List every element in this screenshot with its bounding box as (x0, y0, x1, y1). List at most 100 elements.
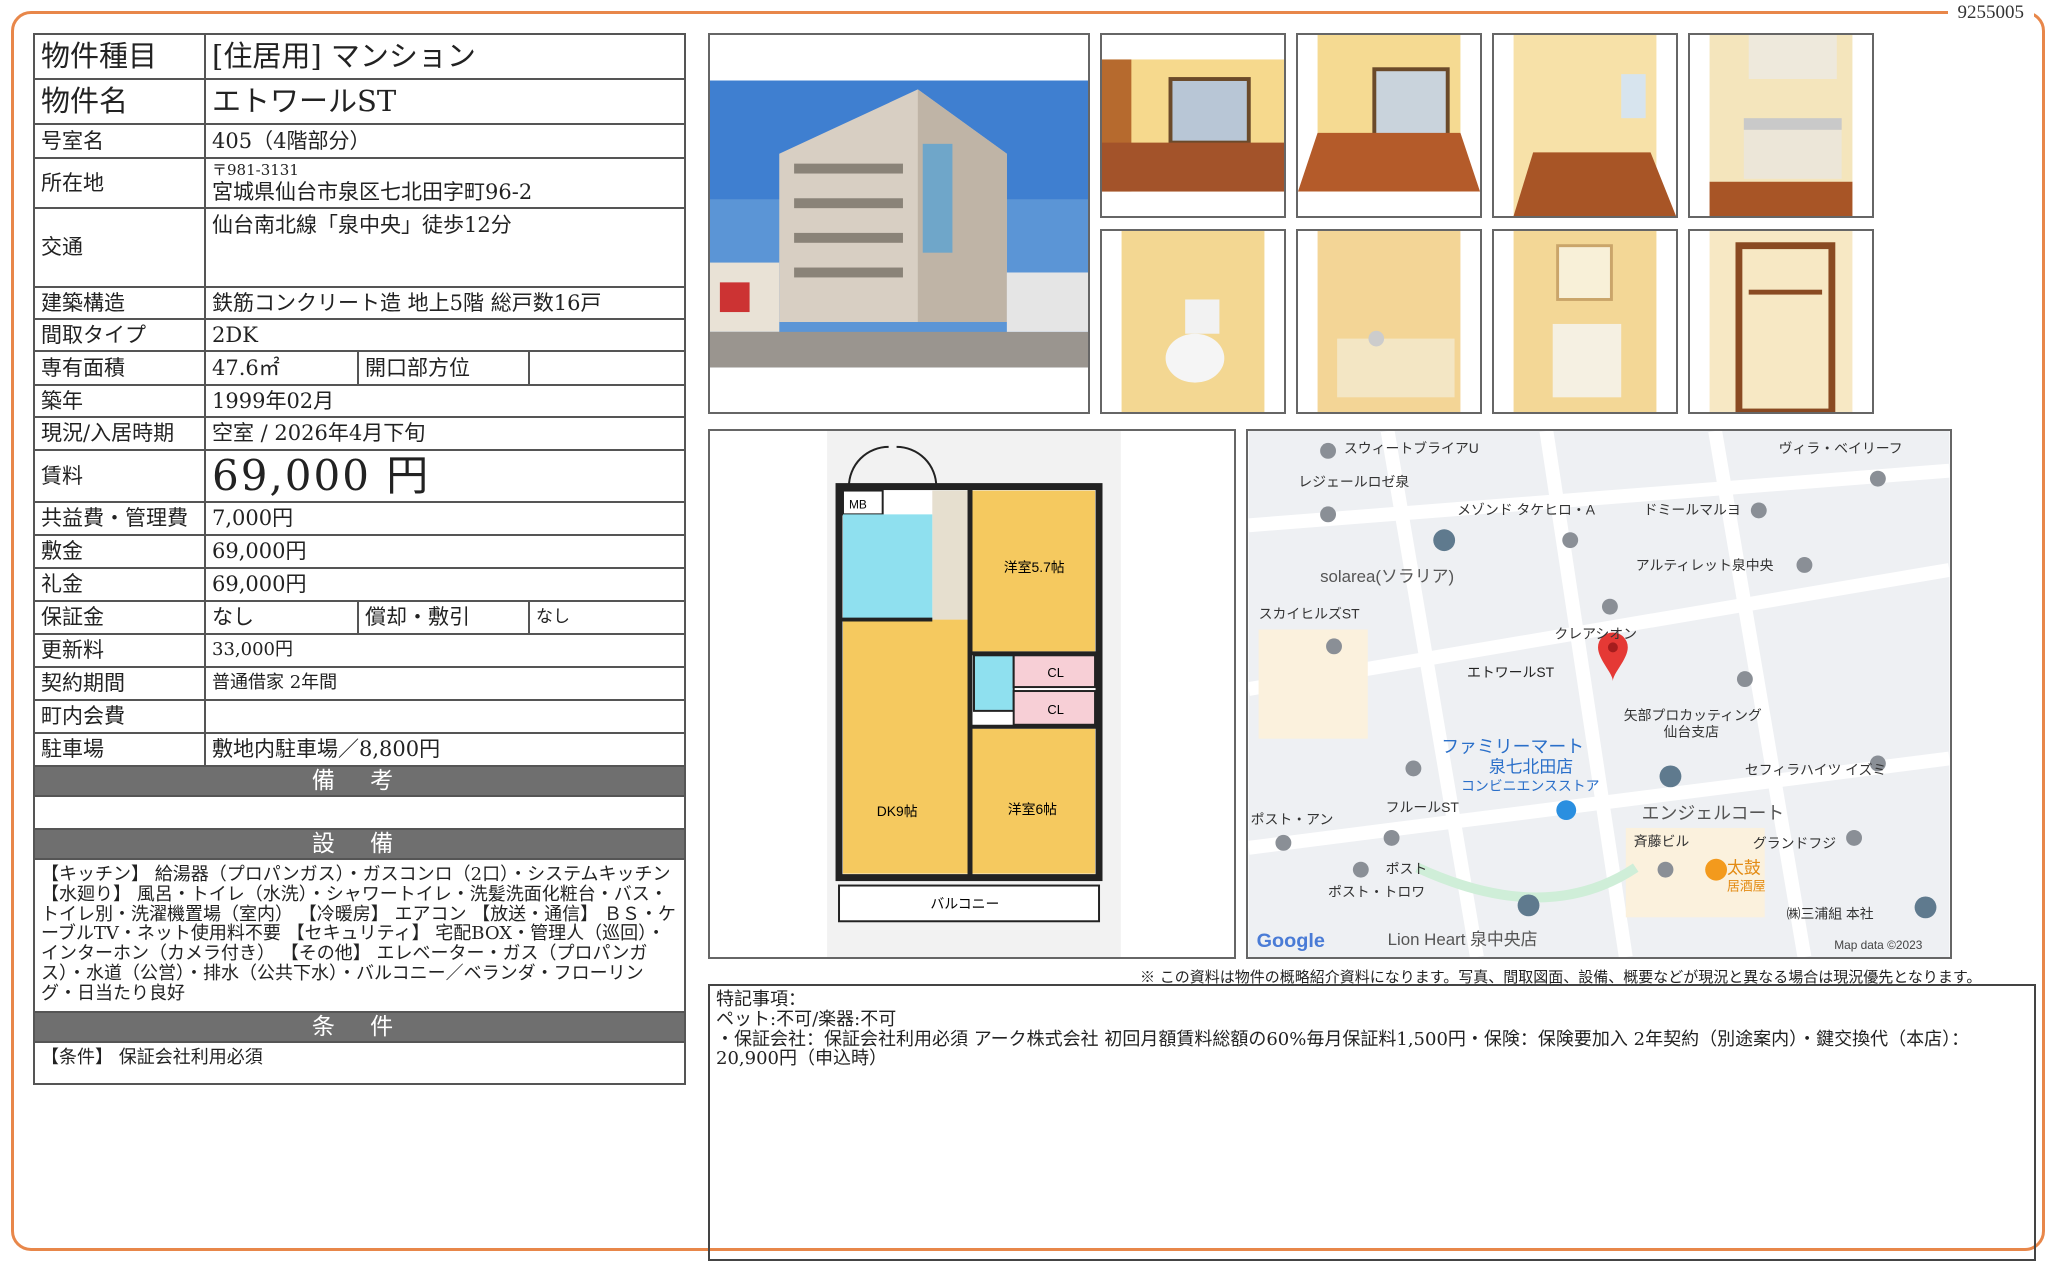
special-notes-title: 特記事項： (716, 989, 806, 1010)
remarks-body (33, 795, 686, 830)
layout-value: 2DK (204, 318, 686, 352)
map-label-0: スウィートブライアU (1344, 440, 1479, 456)
map-label-20: グランドフジ (1753, 835, 1836, 851)
postal-code: 〒981-3131 (212, 161, 299, 180)
location-map[interactable]: スウィートブライアU ヴィラ・ベイリーフ レジェールロゼ泉 メゾンド タケヒロ・… (1246, 429, 1952, 959)
map-label-8: クレアシオン (1554, 625, 1637, 641)
map-label-12: ファミリーマート (1441, 737, 1584, 757)
equipment-body: 【キッチン】 給湯器（プロパンガス）・ガスコンロ（2口）・システムキッチン 【水… (33, 858, 686, 1013)
guarantee-value: なし (204, 600, 359, 635)
built-label: 築年 (33, 384, 206, 418)
type-label: 物件種目 (33, 33, 206, 80)
rent-value: 69,000 円 (204, 449, 686, 503)
structure-value: 鉄筋コンクリート造 地上5階 総戸数16戸 (204, 286, 686, 320)
keymoney-label: 礼金 (33, 567, 206, 602)
fee-value: 7,000円 (204, 501, 686, 536)
map-label-17: エンジェルコート (1642, 803, 1785, 823)
fp-mb-label: MB (849, 497, 867, 511)
access-value: 仙台南北線「泉中央」徒歩12分 (204, 207, 686, 288)
status-label: 現況/入居時期 (33, 416, 206, 451)
map-label-2: レジェールロゼ泉 (1298, 474, 1409, 490)
built-value: 1999年02月 (204, 384, 686, 418)
address-label: 所在地 (33, 157, 206, 209)
map-label-3: メゾンド タケヒロ・A (1457, 501, 1596, 517)
map-label-7: スカイヒルズST (1259, 606, 1361, 622)
map-label-21: ポスト (1386, 861, 1428, 877)
parking-label: 駐車場 (33, 732, 206, 767)
fp-cl2-label: CL (1047, 702, 1063, 717)
fp-room1-label: 洋室5.7帖 (1004, 559, 1065, 575)
layout-label: 間取タイプ (33, 318, 206, 352)
fp-balcony-label: バルコニー (930, 895, 999, 911)
kitchen-photo (1688, 33, 1874, 218)
name-label: 物件名 (33, 78, 206, 125)
fp-dk-label: DK9帖 (877, 803, 918, 819)
equipment-header: 設 備 (33, 828, 686, 860)
renewal-label: 更新料 (33, 633, 206, 668)
area-value: 47.6㎡ (204, 350, 359, 386)
fp-cl1-label: CL (1047, 665, 1063, 680)
address-value: 宮城県仙台市泉区七北田字町96-2 (212, 179, 533, 204)
map-label-26: ㈱三浦組 本社 (1787, 905, 1874, 921)
building-exterior-photo (708, 33, 1090, 414)
room-photo-2 (1296, 33, 1482, 218)
map-label-18: ポスト・アン (1251, 811, 1334, 827)
address-cell: 〒981-3131 宮城県仙台市泉区七北田字町96-2 (204, 157, 686, 209)
room-label: 号室名 (33, 123, 206, 159)
map-label-5: solarea(ソラリア) (1320, 567, 1454, 586)
map-label-22: ポスト・トロワ (1328, 883, 1425, 899)
town-fee-value (204, 699, 686, 734)
rent-label: 賃料 (33, 449, 206, 503)
structure-label: 建築構造 (33, 286, 206, 320)
room-photo-1 (1100, 33, 1286, 218)
keymoney-value: 69,000円 (204, 567, 686, 602)
toilet-photo (1100, 229, 1286, 414)
guarantee-label: 保証金 (33, 600, 206, 635)
map-google-logo: Google (1257, 930, 1325, 952)
contract-value: 普通借家 2年間 (204, 666, 686, 701)
parking-value: 敷地内駐車場／8,800円 (204, 732, 686, 767)
map-label-24: 居酒屋 (1727, 879, 1766, 894)
name-value: エトワールST (204, 78, 686, 125)
map-attribution: Map data ©2023 (1834, 938, 1922, 952)
deposit-label: 敷金 (33, 534, 206, 569)
amort-label: 償却・敷引 (357, 600, 530, 635)
bathroom-photo (1296, 229, 1482, 414)
map-label-9: エトワールST (1467, 664, 1555, 680)
special-notes-box: 特記事項： ペット:不可/楽器:不可 ・保証会社：保証会社利用必須 アーク株式会… (708, 984, 2036, 1261)
map-label-15: セフィラハイツ イズミ (1745, 761, 1887, 777)
amort-value: なし (528, 600, 686, 635)
map-label-6: アルティレット泉中央 (1636, 557, 1774, 573)
direction-label: 開口部方位 (357, 350, 530, 386)
property-info-table: 物件種目 [住居用] マンション 物件名 エトワールST 号室名 405（4階部… (33, 33, 686, 1085)
map-label-25: Lion Heart 泉中央店 (1388, 930, 1538, 949)
access-label: 交通 (33, 207, 206, 288)
closet-photo (1688, 229, 1874, 414)
fp-room2-label: 洋室6帖 (1008, 801, 1057, 817)
status-value: 空室 / 2026年4月下旬 (204, 416, 686, 451)
map-label-10: 矢部プロカッティング (1624, 707, 1762, 723)
remarks-header: 備 考 (33, 765, 686, 797)
renewal-value: 33,000円 (204, 633, 686, 668)
map-label-16: フルールST (1386, 799, 1460, 815)
town-fee-label: 町内会費 (33, 699, 206, 734)
direction-value (528, 350, 686, 386)
conditions-body: 【条件】 保証会社利用必須 (33, 1041, 686, 1085)
map-label-19: 斉藤ビル (1634, 833, 1690, 849)
washroom-photo (1492, 229, 1678, 414)
map-label-14: コンビニエンスストア (1461, 777, 1599, 793)
floor-plan: MB 洋室5.7帖 洋室6帖 DK9帖 CL CL バルコニー (708, 429, 1236, 959)
type-value: [住居用] マンション (204, 33, 686, 80)
map-label-11: 仙台支店 (1664, 724, 1720, 740)
area-label: 専有面積 (33, 350, 206, 386)
fee-label: 共益費・管理費 (33, 501, 206, 536)
map-label-23: 太鼓 (1727, 859, 1761, 878)
map-label-4: ドミールマルヨ (1644, 501, 1741, 517)
special-notes-line1: ペット:不可/楽器:不可 (716, 1008, 897, 1030)
room-photo-3 (1492, 33, 1678, 218)
document-number: 9255005 (1947, 2, 2034, 24)
deposit-value: 69,000円 (204, 534, 686, 569)
map-label-13: 泉七北田店 (1489, 757, 1573, 776)
room-value: 405（4階部分） (204, 123, 686, 159)
conditions-header: 条 件 (33, 1011, 686, 1043)
